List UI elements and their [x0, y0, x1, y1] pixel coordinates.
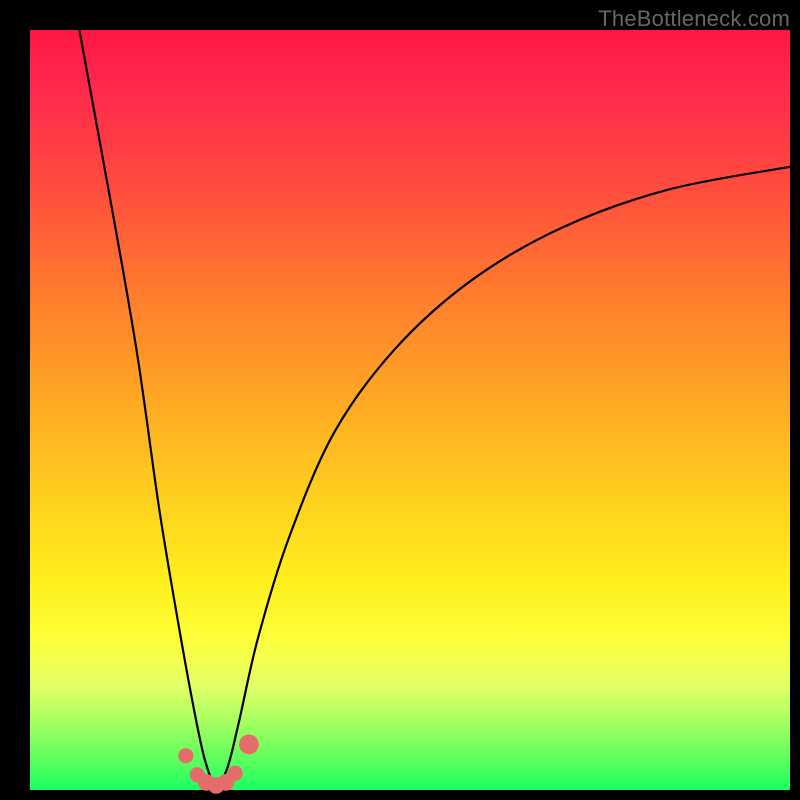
- curve-layer: [30, 30, 790, 790]
- valley-marker-5: [228, 766, 243, 781]
- attribution-text: TheBottleneck.com: [598, 6, 790, 32]
- plot-area: [30, 30, 790, 790]
- bottleneck-curve: [79, 30, 799, 786]
- valley-markers-group: [178, 735, 259, 794]
- chart-stage: TheBottleneck.com: [0, 0, 800, 800]
- valley-marker-0: [178, 748, 193, 763]
- valley-marker-6: [239, 735, 259, 755]
